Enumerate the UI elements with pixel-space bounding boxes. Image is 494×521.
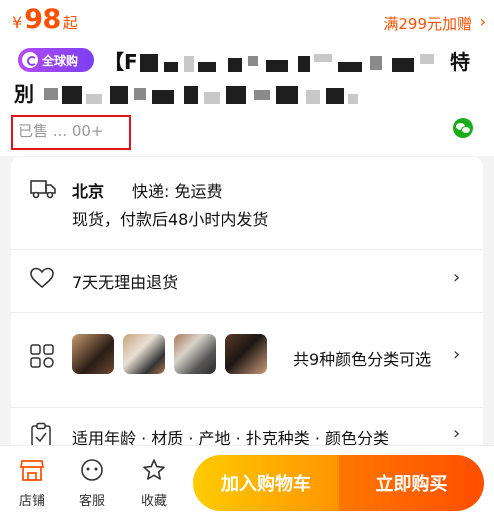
product-title-end: 特: [450, 50, 470, 74]
favorite-button[interactable]: 收藏: [126, 458, 182, 509]
chevron-right-icon: ›: [453, 267, 461, 288]
variants-summary: 共9种颜色分类可选: [293, 350, 432, 369]
returns-label: 7天无理由退货: [72, 273, 179, 292]
customer-service-button[interactable]: 客服: [64, 458, 120, 509]
price-suffix: 起: [62, 14, 78, 32]
heart-icon: [30, 267, 54, 289]
chevron-right-icon: ›: [453, 423, 461, 444]
badge-label: 全球购: [42, 53, 79, 68]
variant-thumbnail[interactable]: [72, 334, 114, 374]
promo-link[interactable]: 满299元加赠: [383, 13, 472, 34]
price-currency: ¥: [12, 13, 23, 32]
global-purchase-badge: 全球购: [18, 48, 94, 72]
shipping-city: 北京: [72, 182, 105, 201]
divider: [11, 407, 483, 408]
chevron-right-icon: ›: [453, 344, 461, 365]
wechat-icon[interactable]: [453, 118, 473, 138]
star-icon: [143, 459, 165, 480]
truck-icon: [30, 180, 56, 199]
product-title-line2-start: 別: [14, 82, 34, 106]
product-info-card: 北京 快递: 免运费 现货，付款后48小时内发货 7天无理由退货 › 共9种颜色…: [11, 157, 483, 457]
globe-icon: [22, 52, 38, 68]
product-price: ¥ 98 起: [12, 4, 78, 35]
add-to-cart-button[interactable]: 加入购物车: [193, 455, 339, 511]
sold-count: 已售 ... 00+: [18, 122, 104, 140]
variant-thumbnail[interactable]: [123, 334, 165, 374]
shipping-detail: 现货，付款后48小时内发货: [72, 210, 269, 229]
variant-thumbnail[interactable]: [174, 334, 216, 374]
buy-now-button[interactable]: 立即购买: [339, 455, 484, 511]
chevron-right-icon: ›: [479, 12, 486, 31]
chat-face-icon: [81, 459, 103, 481]
variant-thumbnail[interactable]: [225, 334, 267, 374]
shipping-method: 快递: 免运费: [132, 182, 223, 201]
product-title-start: 【F: [104, 50, 138, 74]
store-icon: [19, 460, 45, 481]
price-amount: 98: [24, 4, 61, 35]
favorite-label: 收藏: [140, 494, 167, 509]
shop-label: 店铺: [18, 494, 45, 509]
product-header: ¥ 98 起 满299元加赠 › 全球购 【F 特 別 已售 ... 00+: [0, 0, 494, 156]
divider: [11, 312, 483, 313]
grid-icon: [30, 344, 54, 368]
shop-button[interactable]: 店铺: [4, 458, 60, 509]
divider: [11, 249, 483, 250]
service-label: 客服: [78, 494, 105, 509]
